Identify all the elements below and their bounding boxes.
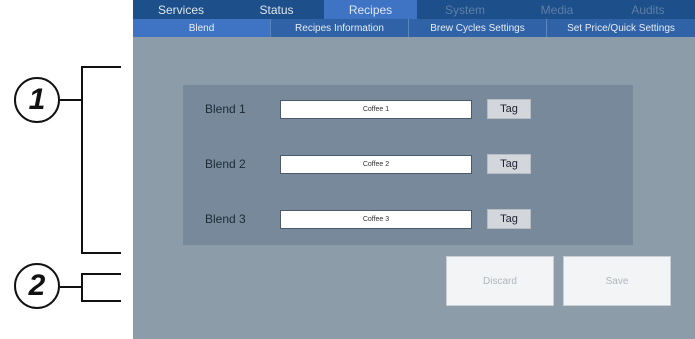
blend-1-tag-button[interactable]: Tag bbox=[487, 99, 531, 119]
subtab-set-price-quick-settings[interactable]: Set Price/Quick Settings bbox=[547, 19, 695, 37]
tab-status[interactable]: Status bbox=[229, 0, 324, 19]
blend-2-tag-button[interactable]: Tag bbox=[487, 154, 531, 174]
tab-audits-label: Audits bbox=[631, 2, 665, 17]
tab-services[interactable]: Services bbox=[133, 0, 229, 19]
blend-3-label: Blend 3 bbox=[205, 212, 246, 226]
blend-2-input[interactable]: Coffee 2 bbox=[280, 155, 472, 174]
callout-2-bracket bbox=[81, 273, 121, 302]
callout-1: 1 bbox=[14, 77, 60, 123]
discard-button[interactable]: Discard bbox=[446, 256, 554, 306]
subtab-blend[interactable]: Blend bbox=[133, 19, 271, 37]
tab-media-label: Media bbox=[540, 2, 574, 17]
tab-recipes[interactable]: Recipes bbox=[324, 0, 417, 19]
main-tab-bar: Services Status Recipes System Media Aud… bbox=[133, 0, 695, 19]
subtab-brew-cycles-settings[interactable]: Brew Cycles Settings bbox=[409, 19, 547, 37]
callout-1-leader bbox=[60, 99, 81, 101]
callout-1-bracket bbox=[81, 66, 121, 254]
tab-system: System bbox=[417, 0, 513, 19]
subtab-recipes-information[interactable]: Recipes Information bbox=[271, 19, 409, 37]
callout-2-number: 2 bbox=[28, 269, 46, 302]
callout-2-leader bbox=[60, 286, 81, 288]
blend-3-input[interactable]: Coffee 3 bbox=[280, 210, 472, 229]
tab-status-label: Status bbox=[259, 2, 294, 17]
device-screen: Services Status Recipes System Media Aud… bbox=[133, 0, 695, 339]
subtab-blend-label: Blend bbox=[188, 22, 215, 34]
tab-audits: Audits bbox=[601, 0, 695, 19]
callout-2: 2 bbox=[14, 263, 60, 309]
subtab-set-price-quick-settings-label: Set Price/Quick Settings bbox=[567, 22, 675, 34]
blend-3-tag-button[interactable]: Tag bbox=[487, 209, 531, 229]
callout-1-number: 1 bbox=[28, 83, 46, 116]
blend-1-input[interactable]: Coffee 1 bbox=[280, 100, 472, 119]
save-button[interactable]: Save bbox=[563, 256, 671, 306]
tab-media: Media bbox=[513, 0, 601, 19]
tab-recipes-label: Recipes bbox=[348, 2, 393, 17]
subtab-brew-cycles-settings-label: Brew Cycles Settings bbox=[430, 22, 525, 34]
blend-1-label: Blend 1 bbox=[205, 102, 246, 116]
sub-tab-bar: Blend Recipes Information Brew Cycles Se… bbox=[133, 19, 695, 37]
blend-panel: Blend 1 Coffee 1 Tag Blend 2 Coffee 2 Ta… bbox=[183, 85, 633, 245]
blend-2-label: Blend 2 bbox=[205, 157, 246, 171]
tab-system-label: System bbox=[444, 2, 485, 17]
tab-services-label: Services bbox=[157, 2, 204, 17]
subtab-recipes-information-label: Recipes Information bbox=[295, 22, 384, 34]
